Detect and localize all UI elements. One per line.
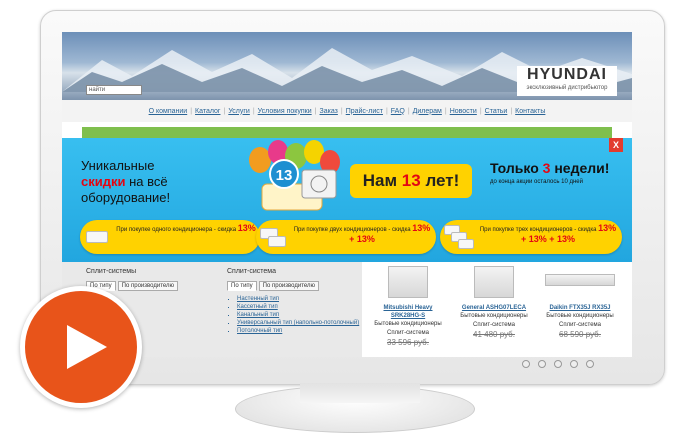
weeks-pre: Только [490,160,543,176]
product-type: Бытовые кондиционеры [460,313,528,319]
tagline-red: скидки [81,174,126,189]
product-name[interactable]: General ASHG07LECA [454,304,534,312]
product-card[interactable]: General ASHG07LECA Бытовые кондиционеры … [454,266,534,339]
product-type: Бытовые кондиционеры [546,313,614,319]
monitor-stand-neck [300,383,420,403]
tab-by-type[interactable]: По типу [227,281,257,291]
offer-three[interactable]: При покупке трех кондиционеров - скидка … [440,220,622,254]
offer-two[interactable]: При покупке двух кондиционеров - скидка … [256,220,436,254]
monitor-button [538,360,546,368]
type-link[interactable]: Потолочный тип [237,327,359,335]
product-name[interactable]: Mitsubishi Heavy SRK28HG-S [368,304,448,320]
monitor-button [570,360,578,368]
product-price: 41 480 руб. [473,330,515,339]
products-panel: Mitsubishi Heavy SRK28HG-S Бытовые конди… [362,262,632,357]
nav-order[interactable]: Заказ [320,108,338,115]
type-link[interactable]: Универсальный тип (напольно-потолочный) [237,319,359,327]
product-price: 68 590 руб. [559,330,601,339]
main-nav: О компании | Каталог | Услуги | Условия пок… [62,100,632,122]
column-title: Сплит-системы [86,268,137,275]
logo-subtitle: эксклюзивный дистрибьютор [526,85,608,91]
promo-tagline: Уникальные скидки на всё оборудование! [81,158,170,206]
close-icon[interactable]: X [609,138,623,152]
weeks-post: недели! [550,160,610,176]
tagline-line1: Уникальные [81,158,155,173]
monitor-button [586,360,594,368]
product-name[interactable]: Daikin FTX35J RX35J [540,304,620,312]
years-post: лет! [420,171,460,190]
anniversary-badge: Нам 13 лет! [350,164,472,198]
nav-news[interactable]: Новости [450,108,477,115]
monitor-button [522,360,530,368]
nav-faq[interactable]: FAQ [391,108,405,115]
nav-purchase-terms[interactable]: Условия покупки [258,108,312,115]
nav-price-list[interactable]: Прайс-лист [346,108,383,115]
type-link[interactable]: Канальный тип [237,311,359,319]
years-pre: Нам [362,171,402,190]
product-image[interactable] [388,266,428,298]
tab-by-manufacturer[interactable]: По производителю [117,281,179,291]
nav-catalog[interactable]: Каталог [195,108,220,115]
catalog-content: Сплит-системы По типу По производителю С… [62,262,632,357]
product-card[interactable]: Mitsubishi Heavy SRK28HG-S Бытовые конди… [368,266,448,347]
split-system-column: Сплит-система По типу По производителю Н… [227,268,359,335]
type-link[interactable]: Кассетный тип [237,303,359,311]
hyundai-logo[interactable]: HYUNDAI эксклюзивный дистрибьютор [517,66,617,96]
air-conditioner-icon [268,236,286,247]
countdown-text: до конца акции осталось 10 дней [490,179,583,185]
play-button[interactable] [20,286,142,408]
offer-text: При покупке одного кондиционера - скидка… [116,223,256,234]
nav-dealers[interactable]: Дилерам [413,108,442,115]
monitor-button [554,360,562,368]
air-conditioner-icon [458,239,474,249]
play-icon [67,325,107,369]
product-category: Сплит-система [558,322,601,328]
offer-text: При покупке двух кондиционеров - скидка … [293,223,431,244]
nav-articles[interactable]: Статьи [485,108,508,115]
product-price: 33 596 руб. [387,338,429,347]
split-systems-column: Сплит-системы По типу По производителю [86,268,179,291]
product-image[interactable] [474,266,514,298]
air-conditioner-icon [301,169,337,199]
product-card[interactable]: Daikin FTX35J RX35J Бытовые кондиционеры… [540,266,620,339]
air-conditioner-icon [86,231,108,243]
tab-by-manufacturer[interactable]: По производителю [258,281,320,291]
product-category: Сплит-система [386,330,429,336]
monitor-buttons [522,360,594,368]
product-category: Сплит-система [472,322,515,328]
nav-contacts[interactable]: Контакты [515,108,545,115]
nav-about[interactable]: О компании [149,108,188,115]
site-header: найти HYUNDAI эксклюзивный дистрибьютор [62,32,632,100]
product-image[interactable] [545,274,615,286]
green-bar [82,127,612,138]
years-num: 13 [401,171,421,190]
search-input[interactable]: найти [86,85,142,95]
website-screen: найти HYUNDAI эксклюзивный дистрибьютор … [62,32,632,357]
tagline-line2: на всё [125,174,168,189]
offer-one[interactable]: При покупке одного кондиционера - скидка… [80,220,260,254]
nav-services[interactable]: Услуги [228,108,250,115]
logo-name: HYUNDAI [527,66,607,83]
offer-text: При покупке трех кондиционеров - скидка … [479,223,617,244]
type-link[interactable]: Настенный тип [237,295,359,303]
weeks-left-title: Только 3 недели! [490,160,609,176]
balloons-cake-icon: 13 [249,140,340,211]
product-type: Бытовые кондиционеры [374,321,442,327]
badge-number: 13 [276,167,293,184]
column-title: Сплит-система [227,268,277,275]
tagline-line3: оборудование! [81,190,171,205]
promo-popup: X Уникальные скидки на всё оборудование!… [62,138,632,262]
